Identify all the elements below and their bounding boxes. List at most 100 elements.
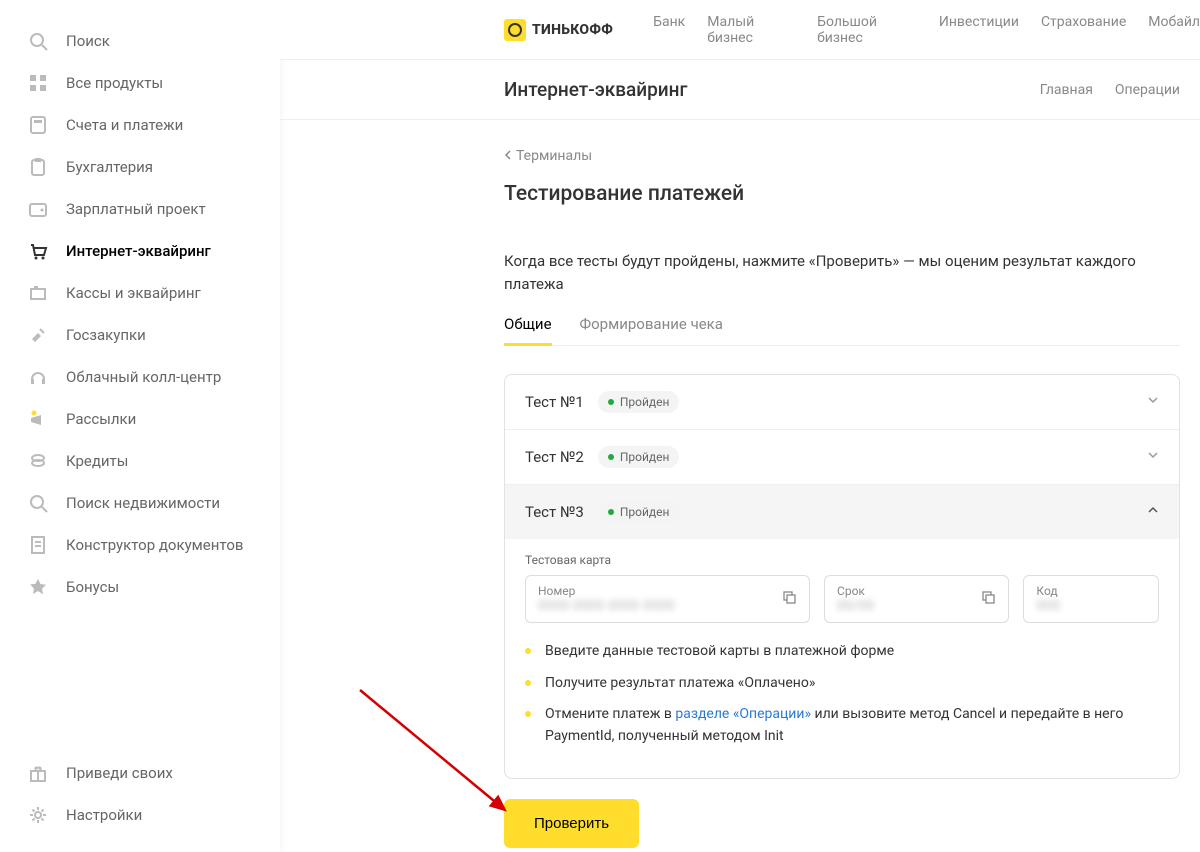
breadcrumb-label: Терминалы bbox=[516, 148, 592, 164]
copy-icon[interactable] bbox=[781, 589, 797, 609]
sidebar-item-calc[interactable]: Счета и платежи bbox=[0, 104, 280, 146]
sidebar-item-label: Поиск bbox=[66, 32, 110, 50]
breadcrumb[interactable]: Терминалы bbox=[504, 148, 1180, 164]
logo-icon bbox=[504, 19, 526, 41]
field-label: Срок bbox=[837, 584, 874, 598]
sidebar-item-grid[interactable]: Все продукты bbox=[0, 62, 280, 104]
chevron-left-icon bbox=[504, 148, 512, 164]
subnav-link[interactable]: Операции bbox=[1115, 82, 1180, 98]
card-field-2: Код000 bbox=[1023, 575, 1159, 623]
bullet-icon bbox=[525, 680, 531, 686]
nav-link[interactable]: Большой бизнес bbox=[817, 14, 917, 46]
sidebar-item-gift[interactable]: Приведи своих bbox=[0, 752, 280, 794]
field-value: 000 bbox=[1036, 598, 1060, 614]
check-button[interactable]: Проверить bbox=[504, 799, 639, 848]
test-name: Тест №1 bbox=[525, 393, 584, 411]
cart-icon bbox=[28, 241, 48, 261]
headset-icon bbox=[28, 367, 48, 387]
test-card-heading: Тестовая карта bbox=[525, 553, 1159, 567]
gavel-icon bbox=[28, 325, 48, 345]
test-body: Тестовая карта Номер0000 0000 0000 0000 Ср… bbox=[505, 539, 1179, 778]
gift-icon bbox=[28, 763, 48, 783]
copy-icon[interactable] bbox=[980, 589, 996, 609]
operations-link[interactable]: разделе «Операции» bbox=[675, 706, 811, 722]
instruction-item: Отмените платеж в разделе «Операции» или… bbox=[525, 704, 1159, 747]
test-row[interactable]: Тест №1 Пройден bbox=[505, 375, 1179, 430]
sidebar-item-label: Приведи своих bbox=[66, 764, 173, 782]
clipboard-icon bbox=[28, 157, 48, 177]
chevron-down-icon bbox=[1147, 449, 1159, 465]
tests-panel: Тест №1 Пройден Тест №2 Пройден Тест №3 Пройд… bbox=[504, 374, 1180, 779]
sidebar-item-label: Кассы и эквайринг bbox=[66, 284, 201, 302]
page-title: Тестирование платежей bbox=[504, 182, 1180, 206]
instruction-item: Получите результат платежа «Оплачено» bbox=[525, 673, 1159, 695]
bullet-icon bbox=[525, 648, 531, 654]
sidebar-item-coins[interactable]: Кредиты bbox=[0, 440, 280, 482]
subnav-link[interactable]: Главная bbox=[1040, 82, 1093, 98]
sidebar-item-label: Кредиты bbox=[66, 452, 128, 470]
gear-icon bbox=[28, 805, 48, 825]
sidebar-item-wallet[interactable]: Зарплатный проект bbox=[0, 188, 280, 230]
sidebar-item-label: Все продукты bbox=[66, 74, 163, 92]
sidebar-item-clipboard[interactable]: Бухгалтерия bbox=[0, 146, 280, 188]
sidebar-item-label: Поиск недвижимости bbox=[66, 494, 220, 512]
field-label: Номер bbox=[538, 584, 674, 598]
sidebar-item-label: Конструктор документов bbox=[66, 536, 243, 554]
sidebar-item-gear[interactable]: Настройки bbox=[0, 794, 280, 836]
test-name: Тест №2 bbox=[525, 448, 584, 466]
nav-link[interactable]: Мобайл bbox=[1148, 14, 1200, 46]
sidebar-item-label: Настройки bbox=[66, 806, 142, 824]
brand-logo[interactable]: ТИНЬКОФФ bbox=[504, 19, 613, 41]
star-icon bbox=[28, 577, 48, 597]
sidebar-item-cart[interactable]: Интернет-эквайринг bbox=[0, 230, 280, 272]
card-field-1: Срок00/00 bbox=[824, 575, 1009, 623]
sidebar-item-doc[interactable]: Конструктор документов bbox=[0, 524, 280, 566]
topbar: ТИНЬКОФФ Банк Малый бизнес Большой бизнес И… bbox=[280, 0, 1200, 60]
doc-icon bbox=[28, 535, 48, 555]
nav-link[interactable]: Малый бизнес bbox=[707, 14, 795, 46]
search-home-icon bbox=[28, 493, 48, 513]
sidebar-item-label: Рассылки bbox=[66, 410, 136, 428]
field-label: Код bbox=[1036, 584, 1060, 598]
sidebar: Поиск Все продукты Счета и платежиБухгалте… bbox=[0, 0, 280, 852]
sidebar-item-search[interactable]: Поиск bbox=[0, 20, 280, 62]
nav-link[interactable]: Страхование bbox=[1041, 14, 1126, 46]
status-badge: Пройден bbox=[598, 501, 680, 523]
nav-link[interactable]: Банк bbox=[653, 14, 685, 46]
sub-nav: Главная Операции bbox=[1040, 82, 1180, 98]
section-title: Интернет-эквайринг bbox=[504, 78, 687, 101]
brand-name: ТИНЬКОФФ bbox=[532, 22, 613, 38]
status-badge: Пройден bbox=[598, 391, 680, 413]
test-row[interactable]: Тест №2 Пройден bbox=[505, 430, 1179, 485]
coins-icon bbox=[28, 451, 48, 471]
sidebar-item-label: Зарплатный проект bbox=[66, 200, 206, 218]
grid-icon bbox=[28, 73, 48, 93]
sidebar-item-search-home[interactable]: Поиск недвижимости bbox=[0, 482, 280, 524]
sidebar-item-register[interactable]: Кассы и эквайринг bbox=[0, 272, 280, 314]
sidebar-item-gavel[interactable]: Госзакупки bbox=[0, 314, 280, 356]
test-row-expanded[interactable]: Тест №3 Пройден bbox=[505, 485, 1179, 539]
status-badge: Пройден bbox=[598, 446, 680, 468]
card-field-0: Номер0000 0000 0000 0000 bbox=[525, 575, 810, 623]
tab-1[interactable]: Формирование чека bbox=[580, 315, 723, 345]
tabs: Общие Формирование чека bbox=[504, 315, 1180, 346]
test-name: Тест №3 bbox=[525, 503, 584, 521]
field-value: 00/00 bbox=[837, 598, 874, 614]
field-value: 0000 0000 0000 0000 bbox=[538, 598, 674, 614]
main-content: Терминалы Тестирование платежей Когда вс… bbox=[504, 148, 1180, 852]
tab-0[interactable]: Общие bbox=[504, 315, 552, 346]
sidebar-item-megaphone[interactable]: Рассылки bbox=[0, 398, 280, 440]
subheader: Интернет-эквайринг Главная Операции bbox=[280, 60, 1200, 120]
calc-icon bbox=[28, 115, 48, 135]
register-icon bbox=[28, 283, 48, 303]
instructions-list: Введите данные тестовой карты в платежно… bbox=[525, 641, 1159, 748]
instruction-item: Введите данные тестовой карты в платежно… bbox=[525, 641, 1159, 663]
nav-link[interactable]: Инвестиции bbox=[939, 14, 1019, 46]
sidebar-item-label: Облачный колл-центр bbox=[66, 368, 221, 386]
chevron-down-icon bbox=[1147, 394, 1159, 410]
sidebar-item-star[interactable]: Бонусы bbox=[0, 566, 280, 608]
chevron-up-icon bbox=[1147, 504, 1159, 520]
megaphone-icon bbox=[28, 409, 48, 429]
sidebar-item-headset[interactable]: Облачный колл-центр bbox=[0, 356, 280, 398]
bullet-icon bbox=[525, 711, 531, 717]
